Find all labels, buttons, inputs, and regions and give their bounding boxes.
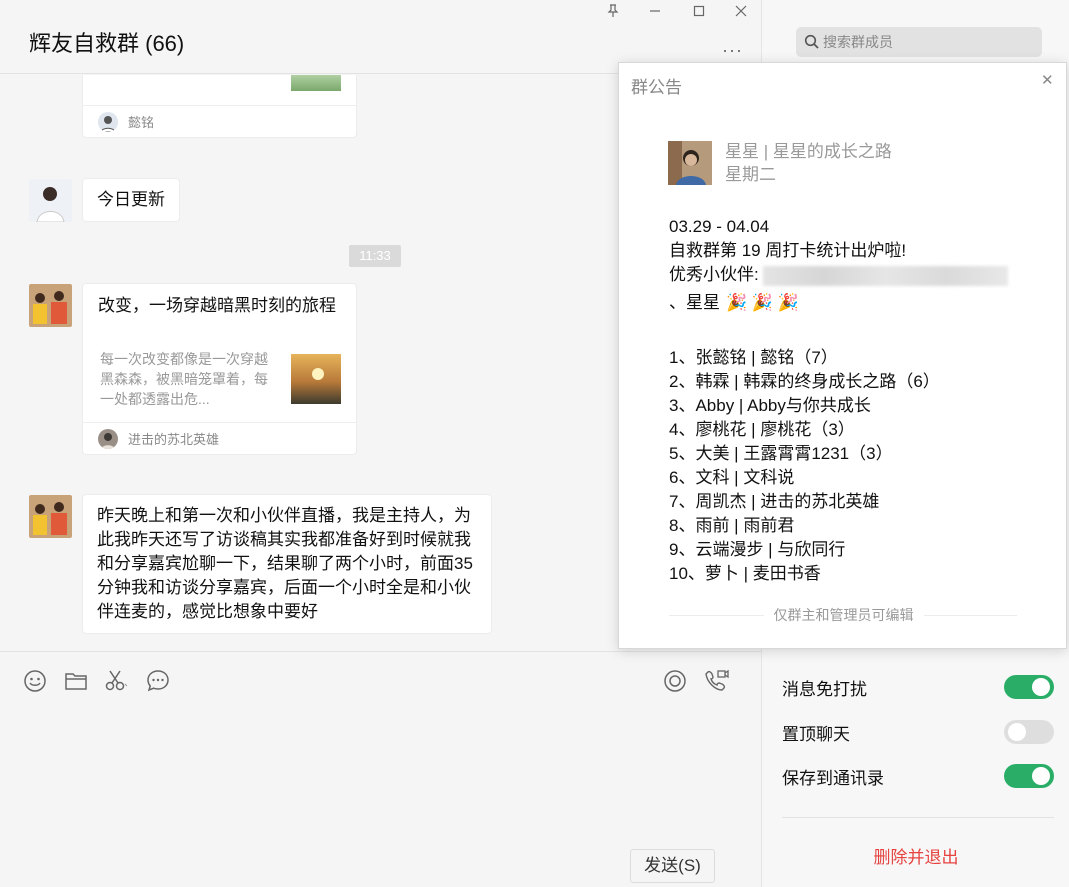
party-popper-icon: 🎉 🎉 🎉	[726, 293, 799, 312]
member-search[interactable]	[796, 27, 1042, 57]
list-item: 8、雨前 | 雨前君	[669, 516, 795, 535]
more-options-icon[interactable]: ···	[722, 40, 743, 61]
card-title: 改变，一场穿越暗黑时刻的旅程	[98, 296, 336, 315]
card-thumbnail	[291, 75, 341, 91]
list-item: 1、张懿铭 | 懿铭（7）	[669, 348, 838, 367]
avatar[interactable]	[29, 495, 72, 538]
scissors-icon[interactable]	[103, 668, 129, 694]
author-avatar	[668, 141, 712, 185]
member-search-input[interactable]	[823, 27, 1033, 57]
send-button[interactable]: 发送(S)	[630, 849, 715, 883]
list-item: 6、文科 | 文科说	[669, 468, 795, 487]
author-name: 星星 | 星星的成长之路	[725, 142, 892, 161]
setting-save-contacts: 保存到通讯录	[782, 761, 1057, 791]
list-item: 4、廖桃花 | 廖桃花（3）	[669, 420, 855, 439]
message-bubble[interactable]: 今日更新	[82, 178, 180, 222]
close-icon[interactable]	[729, 4, 753, 22]
card-footer: 懿铭	[83, 105, 356, 137]
chat-title: 辉友自救群 (66)	[29, 31, 185, 56]
source-avatar	[98, 429, 118, 449]
timestamp: 11:33	[349, 245, 401, 267]
live-icon[interactable]	[662, 668, 688, 694]
blurred-names	[762, 265, 1008, 286]
save-contacts-toggle[interactable]	[1004, 764, 1054, 788]
message-bubble[interactable]: 昨天晚上和第一次和小伙伴直播，我是主持人，为此我昨天还写了访谈稿其实我都准备好到…	[82, 494, 492, 634]
avatar[interactable]	[29, 179, 72, 222]
delete-and-leave-button[interactable]: 删除并退出	[762, 843, 1069, 868]
close-icon[interactable]: ✕	[1041, 71, 1054, 89]
edit-permission-note: 仅群主和管理员可编辑	[619, 605, 1068, 625]
message-input[interactable]	[0, 712, 761, 842]
popup-title: 群公告	[631, 78, 682, 97]
list-item: 3、Abby | Abby与你共成长	[669, 396, 871, 415]
setting-pin: 置顶聊天	[782, 717, 1057, 747]
announcement-body: 03.29 - 04.04 自救群第 19 周打卡统计出炉啦! 优秀小伙伴: 、…	[669, 215, 1029, 315]
ranking-list: 1、张懿铭 | 懿铭（7） 2、韩霖 | 韩霖的终身成长之路（6） 3、Abby…	[669, 346, 1039, 586]
message-card-partial[interactable]: 懿铭	[82, 75, 357, 138]
mute-toggle[interactable]	[1004, 675, 1054, 699]
emoji-icon[interactable]	[22, 668, 48, 694]
setting-label: 消息免打扰	[782, 680, 867, 699]
chat-bubble-icon[interactable]	[145, 668, 171, 694]
pin-chat-toggle[interactable]	[1004, 720, 1054, 744]
folder-icon[interactable]	[63, 668, 89, 694]
card-source: 进击的苏北英雄	[128, 432, 220, 447]
edit-permission-text: 仅群主和管理员可编辑	[763, 607, 924, 623]
search-icon	[804, 34, 820, 55]
author-info: 星星 | 星星的成长之路 星期二	[725, 140, 892, 186]
pin-icon[interactable]	[601, 4, 625, 22]
input-toolbar	[0, 651, 761, 711]
list-item: 2、韩霖 | 韩霖的终身成长之路（6）	[669, 372, 940, 391]
list-item: 5、大美 | 王露霄霄1231（3）	[669, 444, 893, 463]
group-announcement-popup: 群公告 ✕ 星星 | 星星的成长之路 星期二 03.29 - 04.04 自救群…	[618, 62, 1067, 649]
excellent-tail-line: 、星星 🎉 🎉 🎉	[669, 291, 1029, 315]
headline: 自救群第 19 周打卡统计出炉啦!	[669, 241, 907, 260]
excellent-label: 优秀小伙伴:	[669, 265, 759, 284]
avatar[interactable]	[29, 284, 72, 327]
date-range: 03.29 - 04.04	[669, 217, 770, 236]
list-item: 7、周凯杰 | 进击的苏北英雄	[669, 492, 880, 511]
setting-label: 保存到通讯录	[782, 769, 884, 788]
post-date: 星期二	[725, 165, 776, 184]
list-item: 10、萝卜 | 麦田书香	[669, 564, 821, 583]
minimize-icon[interactable]	[643, 4, 667, 22]
excellent-line: 优秀小伙伴:	[669, 263, 1029, 287]
card-thumbnail	[291, 354, 341, 404]
list-item: 9、云端漫步 | 与欣同行	[669, 540, 846, 559]
excellent-tail: 、星星	[669, 293, 720, 312]
maximize-icon[interactable]	[687, 4, 711, 22]
setting-mute: 消息免打扰	[782, 672, 1057, 702]
card-source: 懿铭	[128, 115, 155, 130]
divider	[782, 817, 1054, 818]
card-description: 每一次改变都像是一次穿越黑森森，被黑暗笼罩着，每一处都透露出危...	[100, 351, 268, 407]
video-call-icon[interactable]	[703, 668, 729, 694]
source-avatar	[98, 112, 118, 132]
setting-label: 置顶聊天	[782, 725, 850, 744]
message-card-article[interactable]: 改变，一场穿越暗黑时刻的旅程 每一次改变都像是一次穿越黑森森，被黑暗笼罩着，每一…	[82, 283, 357, 455]
card-footer: 进击的苏北英雄	[83, 422, 356, 454]
